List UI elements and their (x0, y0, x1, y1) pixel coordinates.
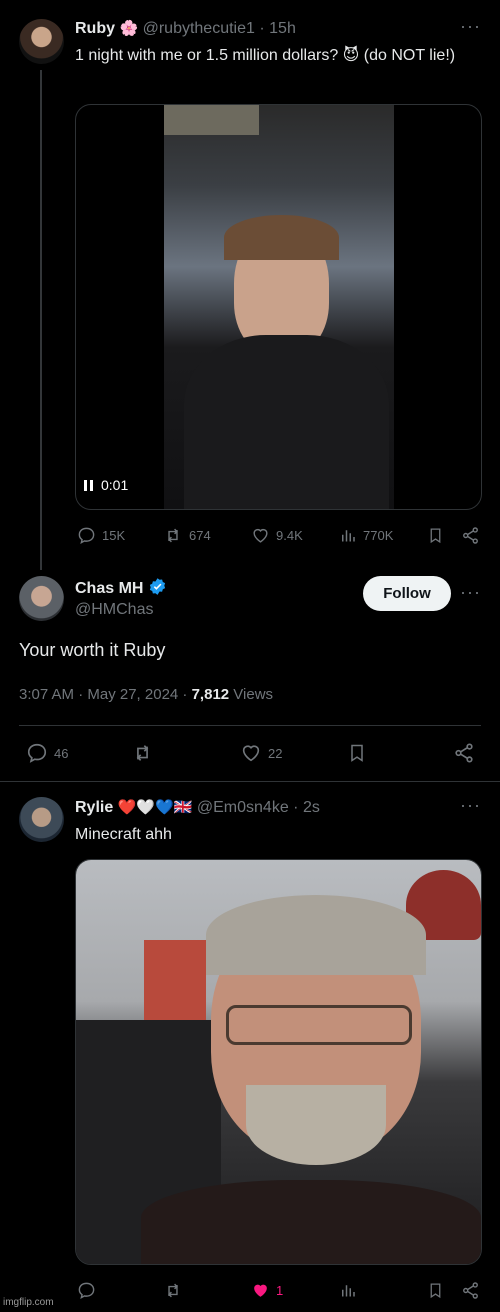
share-icon (463, 1282, 478, 1299)
glasses (226, 1005, 412, 1045)
tweet3-views-button[interactable] (339, 1281, 357, 1300)
heart-icon (253, 528, 268, 543)
tweet1-reply-button[interactable]: 15K (77, 526, 125, 545)
sweater (184, 335, 389, 509)
tweet3-timestamp[interactable]: 2s (303, 799, 320, 816)
tweet2-reply-count: 46 (54, 745, 69, 761)
gray-hair (206, 895, 426, 975)
tweet3-image[interactable] (75, 859, 482, 1265)
bookmark-icon (430, 528, 441, 544)
tweet2-views-label: Views (229, 686, 274, 703)
reply-icon (78, 1282, 95, 1300)
tweet2-author-handle[interactable]: @HMChas (75, 601, 153, 619)
tweet3-header: Rylie ❤️🤍💙🇬🇧 @Em0sn4ke · 2s (75, 798, 320, 817)
repost-icon (168, 1283, 178, 1298)
tweet1-like-button[interactable]: 9.4K (251, 526, 303, 545)
reply-icon (27, 743, 47, 763)
tweet3-share-button[interactable] (461, 1281, 480, 1300)
tweet1-repost-button[interactable]: 674 (163, 526, 211, 545)
tweet1-timestamp[interactable]: 15h (269, 20, 296, 37)
thread-divider (0, 781, 500, 782)
tweet1-repost-count: 674 (189, 528, 211, 543)
tweet2-share-button[interactable] (453, 742, 475, 764)
tweet1-more-icon[interactable]: ··· (460, 16, 481, 37)
reply-icon (78, 527, 95, 545)
thread-line (40, 70, 42, 570)
heart-filled-icon (254, 1284, 267, 1297)
tweet2-text: Your worth it Ruby (19, 640, 166, 660)
video-playback: 0:01 (84, 477, 128, 493)
tweet3-like-button[interactable]: 1 (251, 1281, 283, 1300)
hair (224, 215, 339, 260)
tweet2-bookmark-button[interactable] (347, 742, 367, 764)
watermark: imgflip.com (3, 1297, 54, 1308)
tweet1-view-count: 770K (363, 528, 394, 543)
tweet3-separator: · (293, 799, 299, 816)
bookmark-icon (430, 1283, 441, 1299)
cereal-box (144, 940, 206, 1020)
tweet2-datetime[interactable]: 3:07 AM · May 27, 2024 · (19, 686, 192, 703)
tweet2-views-count: 7,812 (191, 686, 230, 703)
video-timestamp: 0:01 (101, 477, 129, 493)
tweet3-author-handle[interactable]: @Em0sn4ke (197, 799, 289, 816)
tweet1-name-emoji: 🌸 (119, 20, 139, 37)
pause-icon[interactable] (84, 479, 93, 491)
tweet2-more-icon[interactable]: ··· (460, 582, 481, 603)
views-icon (342, 1285, 355, 1297)
tweet1-reply-count: 15K (102, 528, 126, 543)
tweet1-like-count: 9.4K (276, 528, 303, 543)
tweet3-reply-button[interactable] (77, 1281, 96, 1300)
video-frame (164, 105, 394, 509)
shirt (141, 1180, 481, 1264)
tweet2-author-name[interactable]: Chas MH (75, 580, 143, 597)
tweet3-like-count: 1 (276, 1283, 284, 1298)
views-icon (342, 530, 355, 542)
repost-icon (168, 528, 178, 543)
tweet1-bookmark-button[interactable] (427, 526, 444, 545)
tweet3-more-icon[interactable]: ··· (460, 795, 481, 816)
beard (246, 1085, 386, 1165)
heart-icon (242, 745, 260, 762)
tweet3-name-emoji: ❤️🤍💙🇬🇧 (117, 799, 193, 816)
bookmark-icon (351, 744, 363, 762)
tweet1-share-button[interactable] (461, 526, 480, 545)
tweet2-repost-button[interactable] (131, 742, 154, 764)
tweet3-repost-button[interactable] (163, 1281, 183, 1300)
tweet2-like-button[interactable]: 22 (240, 742, 282, 764)
repost-icon (136, 745, 149, 761)
tweet1-text: 1 night with me or 1.5 million dollars? … (75, 47, 456, 64)
share-icon (463, 527, 478, 544)
share-icon (455, 743, 473, 763)
tweet1-header: Ruby 🌸 @rubythecutie1 · 15h (75, 19, 296, 38)
tweet1-separator: · (259, 20, 265, 37)
tweet2-divider (19, 725, 481, 726)
tweet2-meta: 3:07 AM · May 27, 2024 · 7,812 Views (19, 686, 273, 703)
tweet3-author-name[interactable]: Rylie (75, 799, 113, 816)
tweet1-author-handle[interactable]: @rubythecutie1 (143, 20, 255, 37)
tweet2-reply-button[interactable]: 46 (26, 742, 68, 764)
sunroof (164, 105, 259, 135)
tweet3-bookmark-button[interactable] (427, 1281, 444, 1300)
tweet1-author-name[interactable]: Ruby (75, 20, 115, 37)
tweet3-text: Minecraft ahh (75, 826, 172, 843)
tweet1-views-button[interactable]: 770K (339, 526, 393, 545)
tweet2-like-count: 22 (268, 745, 283, 761)
rylie-avatar[interactable] (19, 797, 64, 842)
ruby-avatar[interactable] (19, 19, 64, 64)
chas-avatar[interactable] (19, 576, 64, 621)
follow-button[interactable]: Follow (363, 576, 451, 611)
verified-badge-icon (149, 578, 166, 595)
tweet2-name-row: Chas MH (75, 577, 167, 598)
tweet1-video[interactable]: 0:01 (75, 104, 482, 510)
